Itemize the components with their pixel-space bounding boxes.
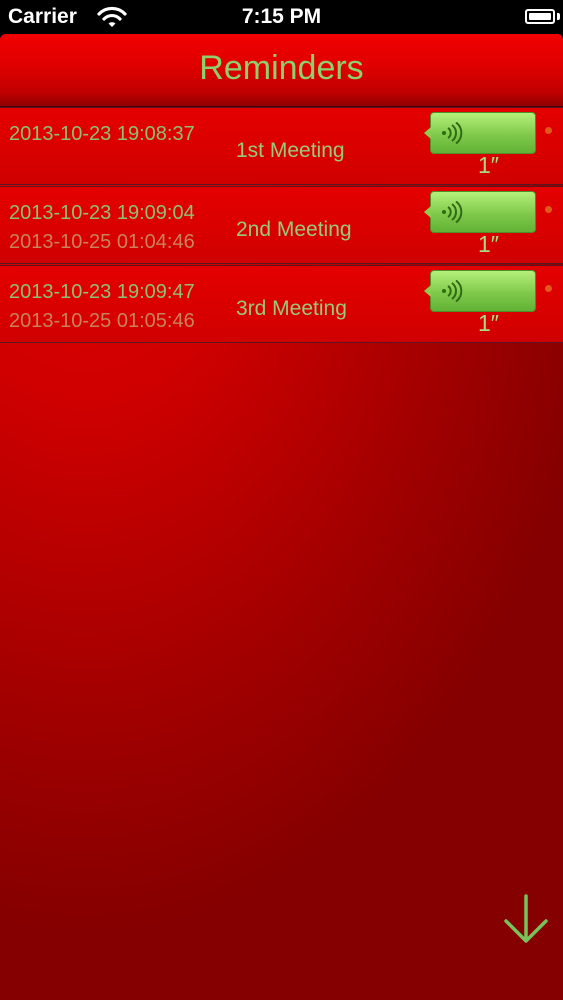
reminder-alert-date: 2013-10-25 01:05:46 (9, 310, 195, 332)
unread-dot (545, 127, 552, 134)
reminder-duration: 1″ (478, 310, 499, 336)
reminder-title: 2nd Meeting (236, 218, 352, 241)
reminder-row[interactable]: 2013-10-23 19:08:37 1st Meeting 1″ (0, 107, 563, 185)
status-time: 7:15 PM (241, 5, 322, 28)
arrow-down-icon[interactable] (503, 894, 549, 944)
sound-wave-icon (442, 280, 463, 302)
reminder-row[interactable]: 2013-10-23 19:09:04 2013-10-25 01:04:46 … (0, 186, 563, 264)
reminder-title: 3rd Meeting (236, 297, 347, 320)
reminders-list: 2013-10-23 19:08:37 1st Meeting 1″ 2013-… (0, 107, 563, 344)
reminder-duration: 1″ (478, 231, 499, 257)
app-screen: Reminders 2013-10-23 19:08:37 1st Meetin… (0, 34, 563, 1000)
status-bar: Carrier 7:15 PM (0, 0, 563, 34)
bubble-tail (424, 206, 431, 218)
reminder-title: 1st Meeting (236, 139, 345, 162)
reminder-created-date: 2013-10-23 19:08:37 (9, 123, 195, 145)
reminder-row[interactable]: 2013-10-23 19:09:47 2013-10-25 01:05:46 … (0, 265, 563, 343)
sound-wave-icon (442, 201, 463, 223)
sound-wave-icon (442, 122, 463, 144)
reminder-created-date: 2013-10-23 19:09:04 (9, 202, 195, 224)
voice-bubble-icon[interactable] (424, 112, 536, 154)
unread-dot (545, 206, 552, 213)
bubble-tail (424, 127, 431, 139)
voice-bubble-icon[interactable] (424, 270, 536, 312)
navigation-bar: Reminders (0, 34, 563, 107)
battery-tip (557, 13, 560, 20)
bubble-tail (424, 285, 431, 297)
unread-dot (545, 285, 552, 292)
reminder-duration: 1″ (478, 152, 499, 178)
battery-icon (525, 9, 555, 24)
reminder-created-date: 2013-10-23 19:09:47 (9, 281, 195, 303)
reminder-alert-date: 2013-10-25 01:04:46 (9, 231, 195, 253)
page-title: Reminders (199, 49, 364, 87)
voice-bubble-icon[interactable] (424, 191, 536, 233)
